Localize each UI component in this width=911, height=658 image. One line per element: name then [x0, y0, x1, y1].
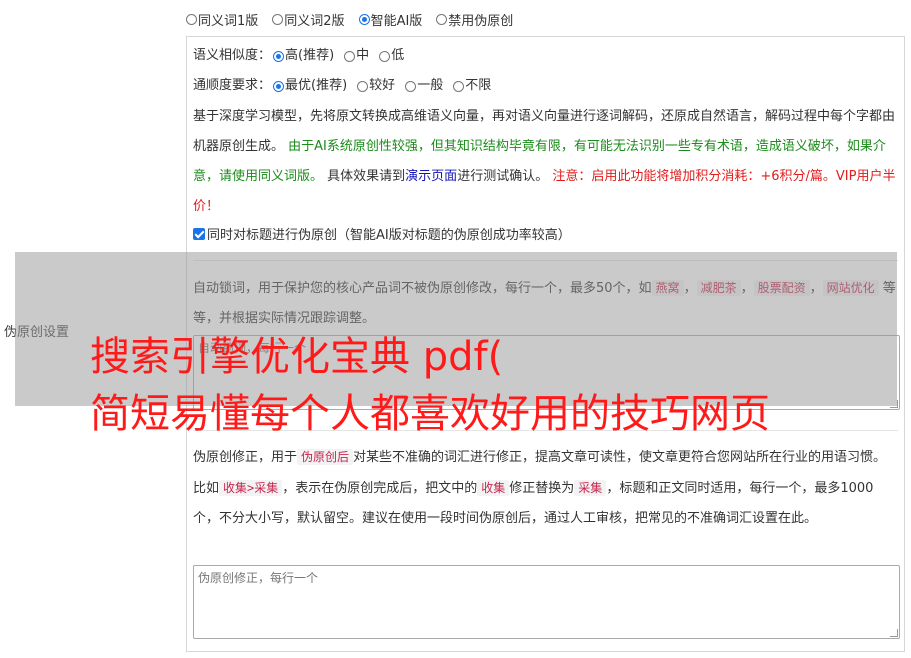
tag: 伪原创后 [297, 449, 354, 465]
mode-selector: 同义词1版 同义词2版 智能AI版 禁用伪原创 [186, 10, 513, 29]
radio-icon[interactable] [344, 50, 356, 62]
tag: 收集 [477, 480, 510, 496]
radio-icon[interactable] [405, 80, 417, 92]
demo-page-link[interactable]: 演示页面 [405, 169, 457, 184]
tag: 收集>采集 [219, 480, 283, 496]
similarity-row: 语义相似度： 高(推荐) 中 低 [193, 47, 405, 65]
radio-icon[interactable] [186, 13, 197, 25]
fluency-best[interactable]: 最优(推荐) [273, 77, 347, 95]
mode-smart-ai[interactable]: 智能AI版 [358, 10, 422, 29]
radio-icon[interactable] [453, 80, 465, 92]
similarity-high[interactable]: 高(推荐) [273, 47, 334, 65]
radio-icon[interactable] [436, 13, 448, 25]
fluency-any[interactable]: 不限 [453, 77, 491, 95]
fluency-good[interactable]: 较好 [357, 77, 395, 95]
resize-handle-icon[interactable] [890, 629, 898, 637]
similarity-low[interactable]: 低 [379, 47, 404, 65]
radio-checked-icon[interactable] [273, 50, 285, 62]
radio-checked-icon[interactable] [358, 13, 370, 25]
mode-synonym-1[interactable]: 同义词1版 [186, 10, 258, 29]
ai-description: 基于深度学习模型，先将原文转换成高维语义向量，再对语义向量进行逐词解码，还原成自… [193, 109, 896, 214]
fluency-normal[interactable]: 一般 [405, 77, 443, 95]
checkbox-checked-icon[interactable] [193, 228, 205, 240]
radio-icon[interactable] [272, 13, 284, 25]
similarity-medium[interactable]: 中 [344, 47, 369, 65]
title-option[interactable]: 同时对标题进行伪原创（智能AI版对标题的伪原创成功率较高） [193, 227, 571, 245]
tag: 采集 [574, 480, 607, 496]
watermark-overlay [15, 252, 897, 406]
overlay-headline-2: 简短易懂每个人都喜欢好用的技巧网页 [90, 391, 770, 437]
radio-icon[interactable] [379, 50, 391, 62]
fix-description: 伪原创修正，用于 伪原创后 对某些不准确的词汇进行修正，提高文章可读性，使文章更符合… [193, 449, 887, 526]
overlay-headline-1: 搜索引擎优化宝典 pdf( [90, 334, 504, 380]
mode-disable[interactable]: 禁用伪原创 [436, 10, 513, 29]
mode-synonym-2[interactable]: 同义词2版 [272, 10, 345, 29]
radio-checked-icon[interactable] [273, 80, 285, 92]
radio-icon[interactable] [357, 80, 369, 92]
fluency-row: 通顺度要求： 最优(推荐) 较好 一般 不限 [193, 77, 492, 95]
fix-words-input[interactable]: 伪原创修正，每行一个 [193, 565, 900, 639]
